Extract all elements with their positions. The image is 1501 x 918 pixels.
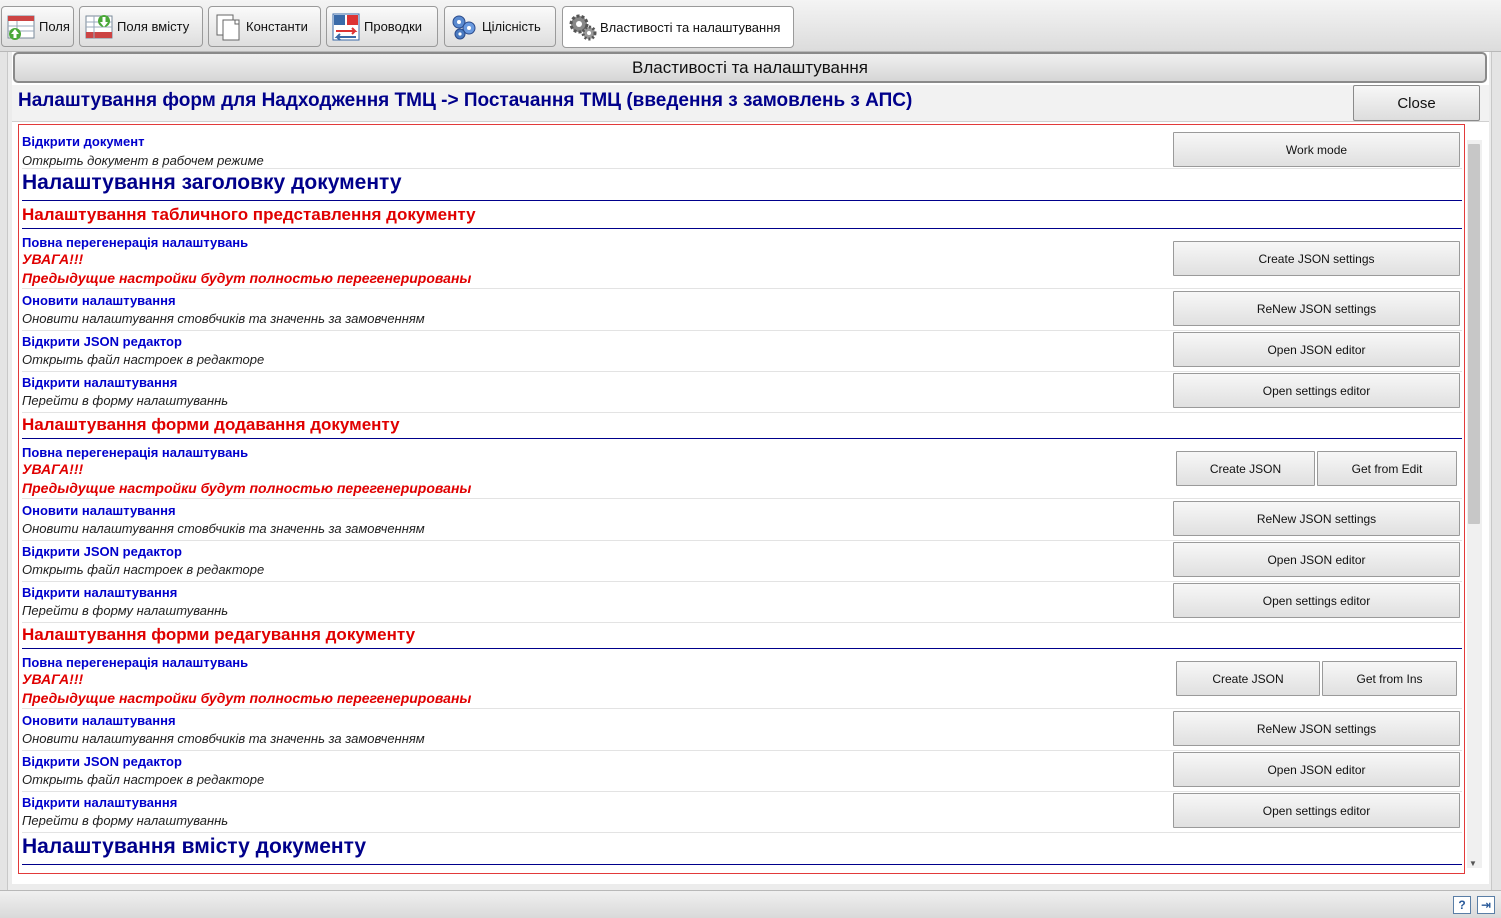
row-description: Перейти в форму налаштуваннь [22,393,229,408]
row-description: Перейти в форму налаштуваннь [22,813,229,828]
row-description: Открыть файл настроек в редакторе [22,772,265,787]
row-description: Перейти в форму налаштуваннь [22,603,229,618]
tab-postings[interactable]: Проводки [326,6,438,47]
table-regen-row: Повна перегенерація налаштувань УВАГА!!!… [22,233,1462,289]
open-settings-editor-button[interactable]: Open settings editor [1173,373,1460,408]
exit-button[interactable]: ⇥ [1477,896,1495,914]
form-title: Налаштування форм для Надходження ТМЦ ->… [18,90,913,111]
add-json-editor-row: Відкрити JSON редактор Открыть файл наст… [22,542,1462,582]
row-description: Открыть файл настроек в редакторе [22,352,265,367]
documents-icon [213,12,243,42]
row-title: Відкрити документ [22,134,145,149]
row-warning: УВАГА!!! [22,461,84,477]
create-json-button[interactable]: Create JSON [1176,451,1315,486]
table-json-editor-row: Відкрити JSON редактор Открыть файл наст… [22,332,1462,372]
tab-fields[interactable]: Поля [1,6,74,47]
row-title: Відкрити JSON редактор [22,544,182,559]
edit-settings-editor-row: Відкрити налаштування Перейти в форму на… [22,793,1462,833]
work-mode-button[interactable]: Work mode [1173,132,1460,167]
row-title: Повна перегенерація налаштувань [22,445,249,460]
row-description: Открыть документ в рабочем режиме [22,153,264,168]
create-json-button[interactable]: Create JSON [1176,661,1320,696]
row-title: Відкрити JSON редактор [22,754,182,769]
gears-icon [567,12,597,42]
tab-content-fields[interactable]: Поля вмісту [79,6,203,47]
tab-fields-label: Поля [39,19,70,34]
add-renew-row: Оновити налаштування Оновити налаштуванн… [22,501,1462,541]
section-add-form-settings: Налаштування форми додавання документу [22,415,1462,439]
row-description: Оновити налаштування стовбчиків та значе… [22,521,425,536]
row-title: Оновити налаштування [22,713,176,728]
renew-json-settings-button[interactable]: ReNew JSON settings [1173,291,1460,326]
section-header-settings: Налаштування заголовку документу [22,171,1462,201]
tab-constants[interactable]: Константи [208,6,321,47]
panel-title: Властивості та налаштування [13,52,1487,83]
scrollbar-thumb[interactable] [1468,144,1480,524]
row-title: Повна перегенерація налаштувань [22,655,249,670]
renew-json-settings-button[interactable]: ReNew JSON settings [1173,711,1460,746]
tab-integrity[interactable]: Цілісність [444,6,556,47]
integrity-icon [449,12,479,42]
open-json-editor-button[interactable]: Open JSON editor [1173,542,1460,577]
section-table-settings: Налаштування табличного представлення до… [22,205,1462,229]
get-from-ins-button[interactable]: Get from Ins [1322,661,1457,696]
row-warning: УВАГА!!! [22,671,84,687]
table-renew-row: Оновити налаштування Оновити налаштуванн… [22,291,1462,331]
table-fields-icon [6,12,36,42]
row-title: Оновити налаштування [22,293,176,308]
tab-content-fields-label: Поля вмісту [117,19,190,34]
settings-list: Відкрити документ Открыть документ в раб… [18,124,1465,874]
tab-properties-settings[interactable]: Властивості та налаштування [562,6,794,48]
section-content-settings: Налаштування вмісту документу [22,835,1462,865]
tab-bar: Поля Поля вмісту Константи Проводки Цілі… [0,0,1501,52]
open-json-editor-button[interactable]: Open JSON editor [1173,752,1460,787]
renew-json-settings-button[interactable]: ReNew JSON settings [1173,501,1460,536]
row-description: Оновити налаштування стовбчиків та значе… [22,311,425,326]
table-settings-editor-row: Відкрити налаштування Перейти в форму на… [22,373,1462,413]
row-warning-detail: Предыдущие настройки будут полностью пер… [22,270,472,286]
row-title: Відкрити налаштування [22,375,178,390]
close-button[interactable]: Close [1353,85,1480,121]
get-from-edit-button[interactable]: Get from Edit [1317,451,1457,486]
row-title: Відкрити налаштування [22,795,178,810]
row-title: Відкрити налаштування [22,585,178,600]
tab-postings-label: Проводки [364,19,423,34]
edit-regen-row: Повна перегенерація налаштувань УВАГА!!!… [22,653,1462,709]
help-button[interactable]: ? [1453,896,1471,914]
edit-json-editor-row: Відкрити JSON редактор Открыть файл наст… [22,752,1462,792]
tab-constants-label: Константи [246,19,308,34]
row-warning-detail: Предыдущие настройки будут полностью пер… [22,690,472,706]
open-json-editor-button[interactable]: Open JSON editor [1173,332,1460,367]
edit-renew-row: Оновити налаштування Оновити налаштуванн… [22,711,1462,751]
add-settings-editor-row: Відкрити налаштування Перейти в форму на… [22,583,1462,623]
settings-panel: Властивості та налаштування Налаштування… [12,52,1489,884]
tab-properties-settings-label: Властивості та налаштування [600,19,781,35]
tab-integrity-label: Цілісність [482,19,541,34]
open-settings-editor-button[interactable]: Open settings editor [1173,583,1460,618]
row-warning-detail: Предыдущие настройки будут полностью пер… [22,480,472,496]
open-document-row: Відкрити документ Открыть документ в раб… [22,127,1462,169]
row-title: Повна перегенерація налаштувань [22,235,249,250]
row-warning: УВАГА!!! [22,251,84,267]
debit-credit-icon [331,12,361,42]
row-description: Открыть файл настроек в редакторе [22,562,265,577]
form-header: Налаштування форм для Надходження ТМЦ ->… [12,85,1489,122]
table-content-icon [84,12,114,42]
open-settings-editor-button[interactable]: Open settings editor [1173,793,1460,828]
add-regen-row: Повна перегенерація налаштувань УВАГА!!!… [22,443,1462,499]
right-splitter [1491,52,1501,890]
row-title: Оновити налаштування [22,503,176,518]
scroll-down-icon[interactable]: ▼ [1469,859,1477,868]
create-json-settings-button[interactable]: Create JSON settings [1173,241,1460,276]
section-edit-form-settings: Налаштування форми редагування документу [22,625,1462,649]
status-bar: ? ⇥ [0,890,1501,918]
left-splitter [0,52,8,890]
row-title: Відкрити JSON редактор [22,334,182,349]
row-description: Оновити налаштування стовбчиків та значе… [22,731,425,746]
